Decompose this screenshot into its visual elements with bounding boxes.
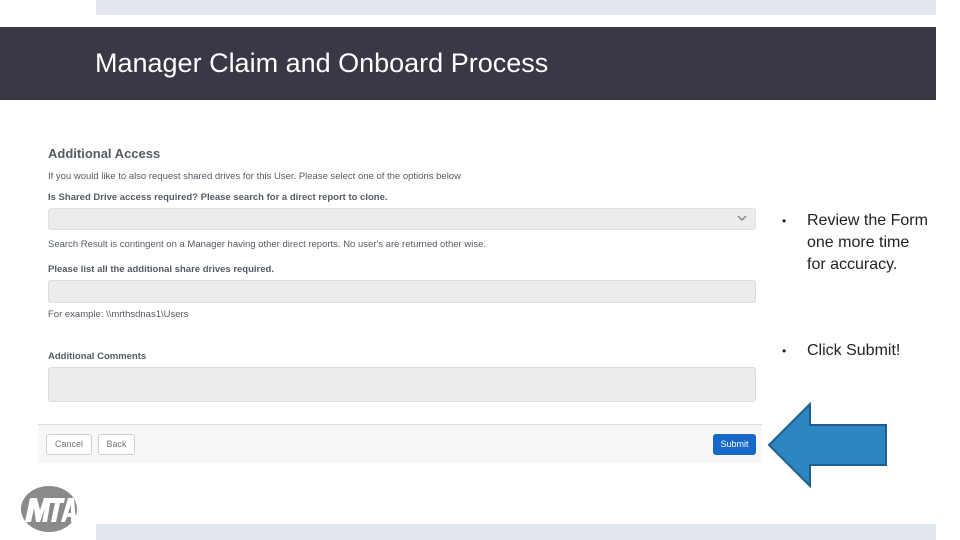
comments-textarea[interactable] [48,367,756,402]
form-screenshot: Additional Access If you would like to a… [38,130,762,463]
form-footer: Cancel Back Submit [38,424,762,463]
bullet-text: Review the Form one more time for accura… [807,212,928,273]
clone-search-select[interactable] [48,208,756,230]
back-button[interactable]: Back [98,434,135,455]
section-heading: Additional Access [48,146,161,161]
bottom-decor-strip [96,524,936,540]
example-text: For example: \\mrthsdnas1\Users [48,309,189,320]
cancel-button[interactable]: Cancel [46,434,92,455]
mta-logo [21,486,77,532]
bullet-text: Click Submit! [807,342,901,359]
intro-text: If you would like to also request shared… [48,171,461,182]
contingent-note: Search Result is contingent on a Manager… [48,239,486,250]
shared-drive-question-label: Is Shared Drive access required? Please … [48,192,388,203]
slide-title: Manager Claim and Onboard Process [95,48,549,78]
arrow-left-icon [767,402,887,488]
comments-label: Additional Comments [48,351,147,362]
share-drives-input[interactable] [48,280,756,303]
bullet-marker: • [782,214,787,228]
top-decor-strip [96,0,936,15]
share-drives-label: Please list all the additional share dri… [48,264,274,275]
bullet-marker: • [782,344,787,358]
submit-button[interactable]: Submit [713,434,756,455]
chevron-down-icon [737,215,747,222]
